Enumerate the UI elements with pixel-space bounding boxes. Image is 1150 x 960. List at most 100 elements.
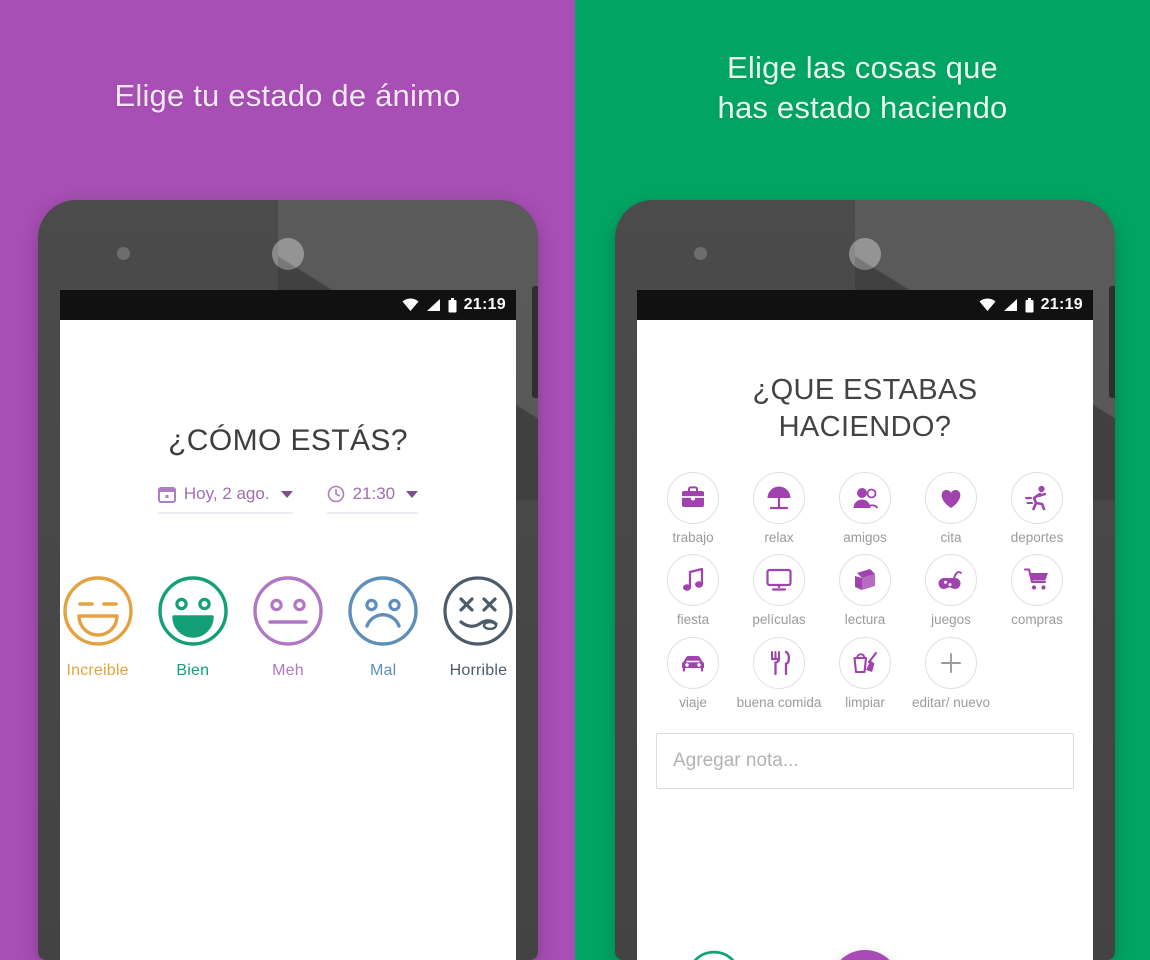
activity-label: relax [764,530,794,546]
activity-circle [1011,554,1063,607]
fork-knife-icon [770,650,791,675]
page-title: ¿QUE ESTABAS HACIENDO? [637,372,1093,446]
car-icon [682,655,704,672]
activity-label: fiesta [676,612,710,628]
mood-option-increible[interactable]: Increible [60,574,135,680]
activity-lectura[interactable]: lectura [822,554,908,628]
activity-circle [1011,472,1063,525]
activity-cita[interactable]: cita [908,472,994,546]
date-picker[interactable]: Hoy, 2 ago. [157,484,293,514]
umbrella-icon [767,486,791,510]
confirm-fab-button[interactable] [830,950,900,960]
activity-viaje[interactable]: viaje [650,636,736,711]
mood-label: Bien [176,662,210,679]
face-neutral-icon [253,576,323,646]
mood-option-mal[interactable]: Mal [346,574,421,680]
activity-label: limpiar [845,694,885,710]
panel-left-caption: Elige tu estado de ánimo [114,78,461,113]
panel-right-caption-line1: Elige las cosas que [727,50,998,85]
activity-label: cita [940,530,962,546]
mood-option-meh[interactable]: Meh [250,574,325,680]
activity-label: lectura [844,612,886,628]
face-dead-icon [443,576,514,646]
activity-label: películas [752,612,806,628]
wifi-icon [402,298,419,311]
chevron-down-icon [280,490,293,498]
face-frown-icon [348,576,418,646]
activity-circle [753,554,805,607]
activity-screen: ¿QUE ESTABAS HACIENDO? trabajo relax ami… [637,372,1093,960]
activity-limpiar[interactable]: limpiar [822,636,908,711]
activity-relax[interactable]: relax [736,472,822,546]
activity-circle [753,472,805,525]
activity-circle [839,554,891,607]
music-note-icon [683,568,704,592]
activity-buena-comida[interactable]: buena comida [736,636,822,711]
activity-juegos[interactable]: juegos [908,554,994,628]
mood-label: Mal [370,662,397,679]
activity-label: buena comida [736,694,822,710]
shopping-cart-icon [1023,568,1048,591]
activity-label: juegos [931,612,971,628]
phone-frame-left: 21:19 ¿CÓMO ESTÁS? Hoy, 2 ago. 21:30 Inc… [38,200,538,960]
time-picker-value: 21:30 [352,484,396,503]
activity-editar-nuevo[interactable]: editar/ nuevo [908,636,994,711]
note-input[interactable]: Agregar nota... [656,732,1074,789]
activity-trabajo[interactable]: trabajo [650,472,736,546]
mood-label: Meh [272,662,304,679]
time-picker[interactable]: 21:30 [326,484,419,514]
activity-circle [925,636,977,689]
face-grin-icon [62,576,133,646]
activity-label: compras [1011,612,1063,628]
activity-label: deportes [1010,530,1064,546]
cleaning-bucket-icon [853,651,878,673]
activity-label: viaje [679,694,707,710]
status-bar-left: 21:19 [60,290,516,320]
activity-circle [925,554,977,607]
activity-circle [667,636,719,689]
status-bar-time: 21:19 [1040,296,1083,313]
selected-mood-button[interactable] [685,949,743,960]
screenshot-root: Elige tu estado de ánimo 21:19 ¿CÓMO EST… [0,0,1150,960]
page-title: ¿CÓMO ESTÁS? [168,424,408,457]
clock-icon [327,485,344,503]
activity-deportes[interactable]: deportes [994,472,1080,546]
panel-right-caption: Elige las cosas que has estado haciendo [575,48,1150,129]
face-smile-icon [693,950,735,960]
chevron-down-icon [406,490,419,498]
activity-fiesta[interactable]: fiesta [650,554,736,628]
heart-icon [941,490,961,509]
speaker-dot [272,238,304,270]
activity-grid: trabajo relax amigos cita deportes fiest… [650,472,1080,711]
gamepad-icon [938,571,962,590]
activity-label: amigos [843,530,887,546]
monitor-icon [766,569,792,592]
plus-icon [941,652,961,673]
panel-activities: Elige las cosas que has estado haciendo [575,0,1150,960]
power-button[interactable] [532,286,538,398]
battery-icon [1025,297,1034,312]
mood-label: Horrible [449,662,508,679]
activity-amigos[interactable]: amigos [822,472,908,546]
signal-icon [1003,299,1017,311]
mood-option-bien[interactable]: Bien [155,574,230,680]
camera-dot [694,247,707,260]
power-button[interactable] [1109,286,1115,398]
book-icon [855,569,875,591]
mood-label: Increible [66,662,129,679]
activity-circle [667,554,719,607]
status-bar-time: 21:19 [463,296,506,313]
activity-label: trabajo [672,530,714,546]
note-placeholder: Agregar nota... [673,749,799,771]
date-picker-value: Hoy, 2 ago. [183,484,270,503]
screen-right: 21:19 ¿QUE ESTABAS HACIENDO? trabajo rel… [637,290,1093,960]
camera-dot [117,247,130,260]
page-title-line1: ¿QUE ESTABAS [752,374,978,406]
datetime-picker-row: Hoy, 2 ago. 21:30 [60,484,516,514]
activity-peliculas[interactable]: películas [736,554,822,628]
phone-frame-right: 21:19 ¿QUE ESTABAS HACIENDO? trabajo rel… [615,200,1115,960]
activity-compras[interactable]: compras [994,554,1080,628]
mood-option-horrible[interactable]: Horrible [441,574,516,680]
battery-icon [448,297,457,312]
bottom-bar: ‹ [637,926,1093,960]
